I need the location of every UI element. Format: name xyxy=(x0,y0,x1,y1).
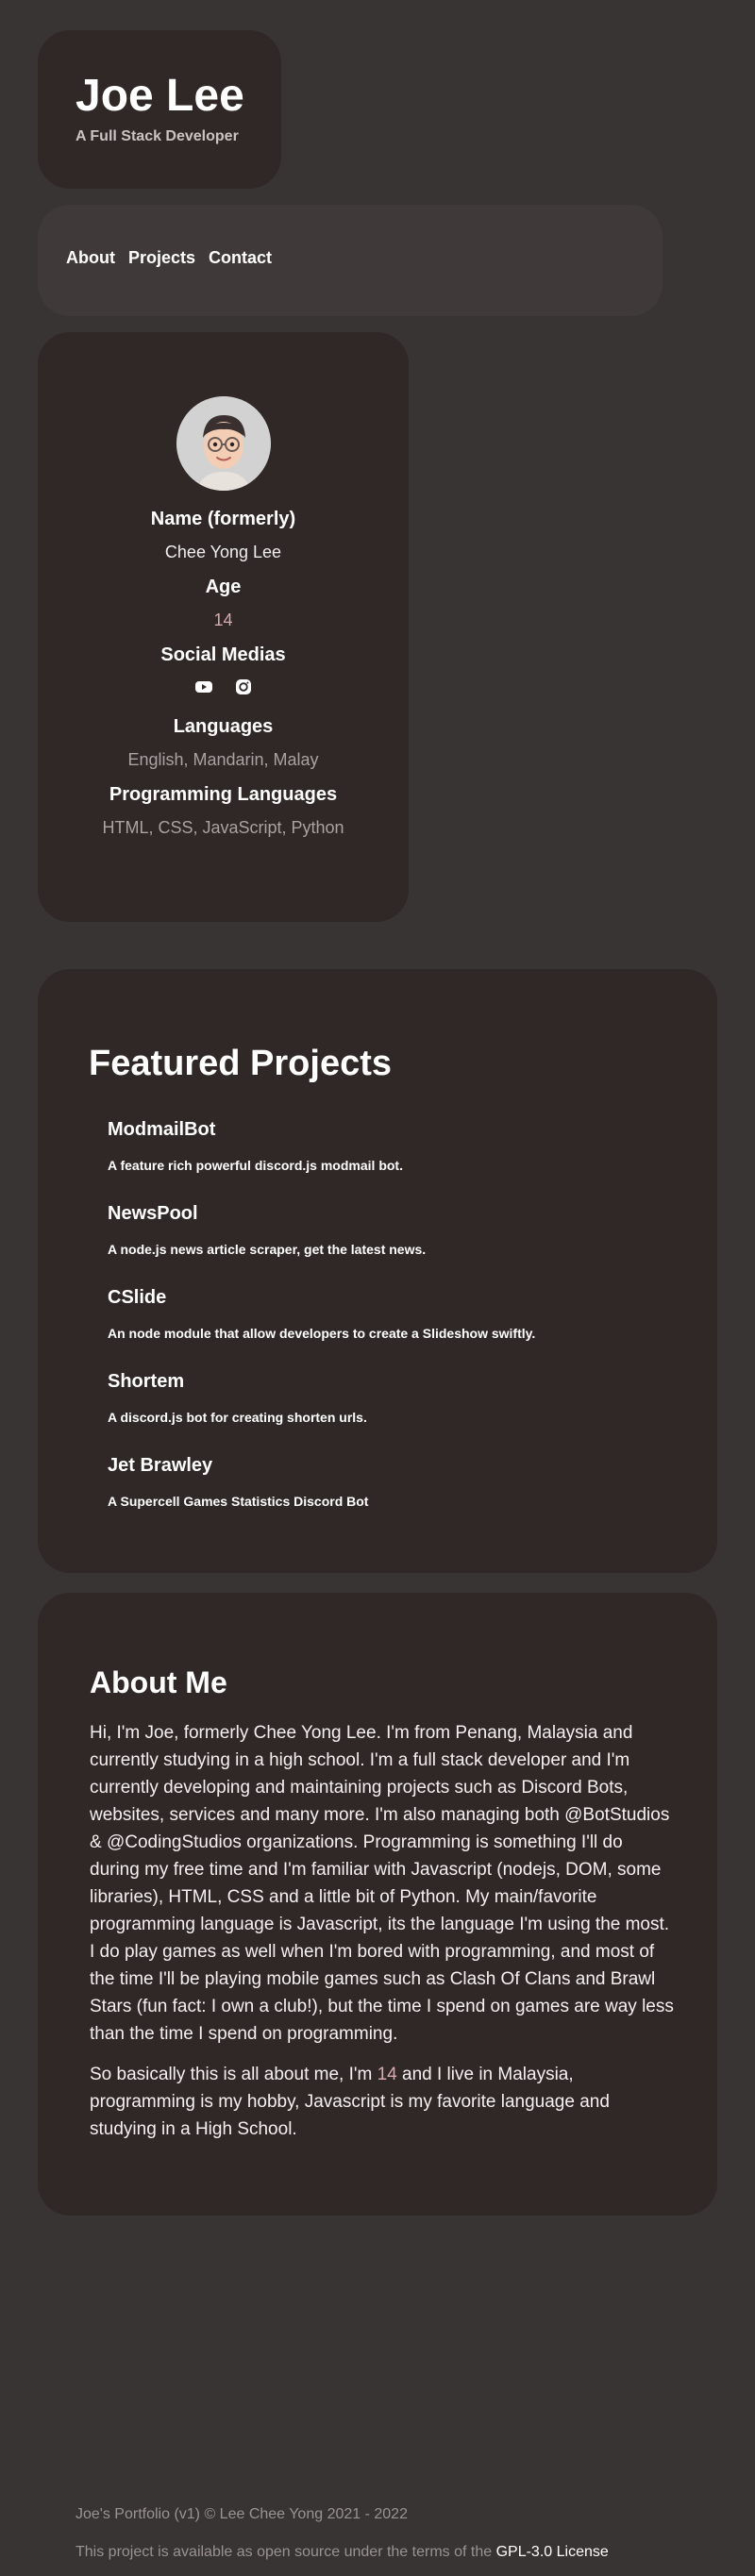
programming-languages-heading: Programming Languages xyxy=(109,784,338,805)
summary-text-start: So basically this is all about me, I'm xyxy=(90,2065,378,2084)
project-name: CSlide xyxy=(108,1287,167,1308)
project-description: An node module that allow developers to … xyxy=(108,1326,536,1341)
programming-languages-value: HTML, CSS, JavaScript, Python xyxy=(102,818,344,837)
age-highlight: 14 xyxy=(377,2065,397,2084)
site-subtitle: A Full Stack Developer xyxy=(76,128,239,144)
instagram-icon[interactable] xyxy=(234,677,253,696)
languages-value: English, Mandarin, Malay xyxy=(127,750,319,769)
project-name: Jet Brawley xyxy=(108,1455,213,1476)
project-name: ModmailBot xyxy=(108,1119,216,1140)
age-heading: Age xyxy=(205,577,242,597)
nav-link-projects[interactable]: Projects xyxy=(128,248,195,268)
project-description: A discord.js bot for creating shorten ur… xyxy=(108,1410,367,1425)
project-description: A node.js news article scraper, get the … xyxy=(108,1242,427,1257)
footer: Joe's Portfolio (v1) © Lee Chee Yong 202… xyxy=(76,2505,717,2562)
project-description: A feature rich powerful discord.js modma… xyxy=(108,1158,403,1173)
license-prefix: This project is available as open source… xyxy=(76,2544,496,2560)
site-title: Joe Lee xyxy=(76,71,244,121)
project-item: Jet Brawley A Supercell Games Statistics… xyxy=(108,1454,693,1538)
project-name: Shortem xyxy=(108,1371,185,1392)
header-card: Joe Lee A Full Stack Developer xyxy=(38,30,281,189)
featured-projects-card: Featured Projects ModmailBot A feature r… xyxy=(38,969,717,1573)
copyright-text: Joe's Portfolio (v1) © Lee Chee Yong 202… xyxy=(76,2506,408,2522)
project-name: NewsPool xyxy=(108,1203,198,1224)
name-heading: Name (formerly) xyxy=(150,509,296,529)
project-item: Shortem A discord.js bot for creating sh… xyxy=(108,1370,693,1454)
license-link[interactable]: GPL-3.0 License xyxy=(496,2544,609,2560)
project-item: CSlide An node module that allow develop… xyxy=(108,1286,693,1370)
section-title: Featured Projects xyxy=(89,1044,392,1083)
social-heading: Social Medias xyxy=(160,644,286,665)
project-item: ModmailBot A feature rich powerful disco… xyxy=(108,1118,693,1202)
about-paragraph: Hi, I'm Joe, formerly Chee Yong Lee. I'm… xyxy=(90,1723,674,2044)
about-paragraph-summary: So basically this is all about me, I'm 1… xyxy=(90,2061,675,2143)
age-value: 14 xyxy=(213,611,233,629)
avatar xyxy=(176,396,271,491)
nav-link-contact[interactable]: Contact xyxy=(209,248,272,268)
youtube-icon[interactable] xyxy=(194,677,213,696)
nav-link-about[interactable]: About xyxy=(66,248,115,268)
license-text: This project is available as open source… xyxy=(76,2543,717,2562)
project-description: A Supercell Games Statistics Discord Bot xyxy=(108,1494,369,1509)
project-item: NewsPool A node.js news article scraper,… xyxy=(108,1202,693,1286)
nav-bar: About Projects Contact xyxy=(38,205,663,316)
section-title: About Me xyxy=(90,1665,227,1699)
languages-heading: Languages xyxy=(173,716,274,737)
about-me-card: About Me Hi, I'm Joe, formerly Chee Yong… xyxy=(38,1593,717,2216)
name-value: Chee Yong Lee xyxy=(164,543,282,561)
profile-card: Name (formerly) Chee Yong Lee Age 14 Soc… xyxy=(38,332,409,922)
